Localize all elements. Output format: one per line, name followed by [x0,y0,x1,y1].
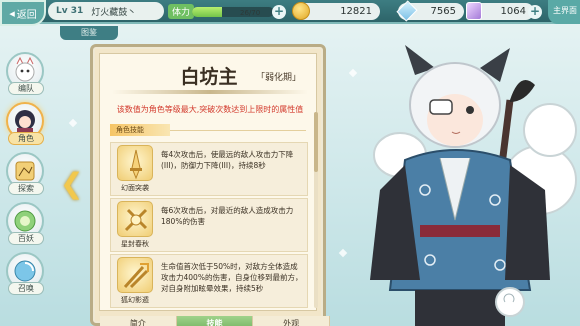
nav-label: 召唤 [8,282,44,295]
skill-row[interactable]: 狐幻影遁 生命值首次低于50%时，对敌方全体造成攻击力400%的伤害，自身位移到… [110,254,308,308]
skill-row[interactable]: 幻面突袭 每4次攻击后，使最远的敌人攻击力下降(III)，防御力下降(III)，… [110,142,308,196]
nav-item-team[interactable]: 编队 [4,52,48,96]
nav-item-character[interactable]: 角色 [4,102,48,146]
character-illustration [370,45,577,326]
title-divider [112,90,308,94]
stamina-bar [192,7,274,17]
player-info[interactable]: Lv 31 灯火藏鼓丶 [48,2,164,20]
stamina-value: 26/70 [240,9,261,17]
character-card: 白坊主 「弱化期」 该数值为角色等级最大,突破次数达到上限时的属性值 角色技能 … [90,44,331,326]
skill-fox-phantom-icon [117,257,153,293]
scrollbar-thumb[interactable] [314,112,318,172]
nav-label: 编队 [8,82,44,95]
sparkle-icon [68,118,78,128]
section-tab: 图鉴 [60,26,118,40]
chevron-left-icon[interactable]: ❮ [60,170,83,200]
skill-list-scrollbar[interactable] [314,112,318,308]
side-nav: 编队 角色 探索 百妖 召唤 [4,46,48,320]
skill-description: 每6次攻击后，对最近的敌人造成攻击力180%的伤害 [161,206,294,226]
nav-item-spirits[interactable]: 百妖 [4,202,48,246]
back-label: 返回 [16,9,37,21]
stamina-label: 体力 [168,4,195,19]
character-phase: 「弱化期」 [256,73,302,83]
tab-appearance[interactable]: 外观 [253,316,331,326]
sparkle-icon [338,248,348,258]
skill-name: 星封春秋 [121,240,149,248]
skill-row[interactable]: 星封春秋 每6次攻击后，对最近的敌人造成攻击力180%的伤害 [110,198,308,252]
card-tabs: 简介 技能 外观 [100,316,331,326]
gold-coin-icon [292,2,310,20]
nav-item-explore[interactable]: 探索 [4,152,48,196]
gold-value: 12821 [340,6,372,17]
player-level: Lv 31 [56,6,84,16]
skill-name: 幻面突袭 [121,184,149,192]
nav-item-summon[interactable]: 召唤 [4,252,48,296]
main-menu-button[interactable]: 主界面 [548,0,580,24]
back-arrow-icon: ◂ [9,6,15,20]
skills-section-header: 角色技能 [110,124,170,136]
nav-label: 百妖 [8,232,44,245]
add-stamina-button[interactable]: + [272,5,286,19]
skill-name: 狐幻影遁 [121,296,149,304]
tab-skills[interactable]: 技能 [176,316,254,326]
stamina-fill [192,7,223,17]
stat-note: 该数值为角色等级最大,突破次数达到上限时的属性值 [116,105,304,114]
sparkle-icon [348,68,358,78]
skill-description: 每4次攻击后，使最远的敌人攻击力下降(III)，防御力下降(III)，持续8秒 [161,150,294,170]
card-content: 白坊主 「弱化期」 该数值为角色等级最大,突破次数达到上限时的属性值 角色技能 … [99,53,331,326]
section-divider [170,130,306,131]
crystal-icon [466,2,482,20]
skill-description: 生命值首次低于50%时，对敌方全体造成攻击力400%的伤害，自身位移到最前方，对… [161,262,303,293]
skill-star-seal-icon [117,201,153,237]
top-bar: ◂ 返回 Lv 31 灯火藏鼓丶 体力 26/70 + 12821 7565 1… [0,0,580,26]
back-button[interactable]: ◂ 返回 [0,0,46,26]
tab-intro[interactable]: 简介 [100,316,177,326]
skill-mask-blade-icon [117,145,153,181]
crystal-value: 1064 [500,6,526,17]
player-name: 灯火藏鼓丶 [91,7,137,18]
nav-label: 角色 [8,132,44,145]
add-crystal-button[interactable]: + [528,5,542,19]
nav-label: 探索 [8,182,44,195]
gem-value: 7565 [430,6,456,17]
